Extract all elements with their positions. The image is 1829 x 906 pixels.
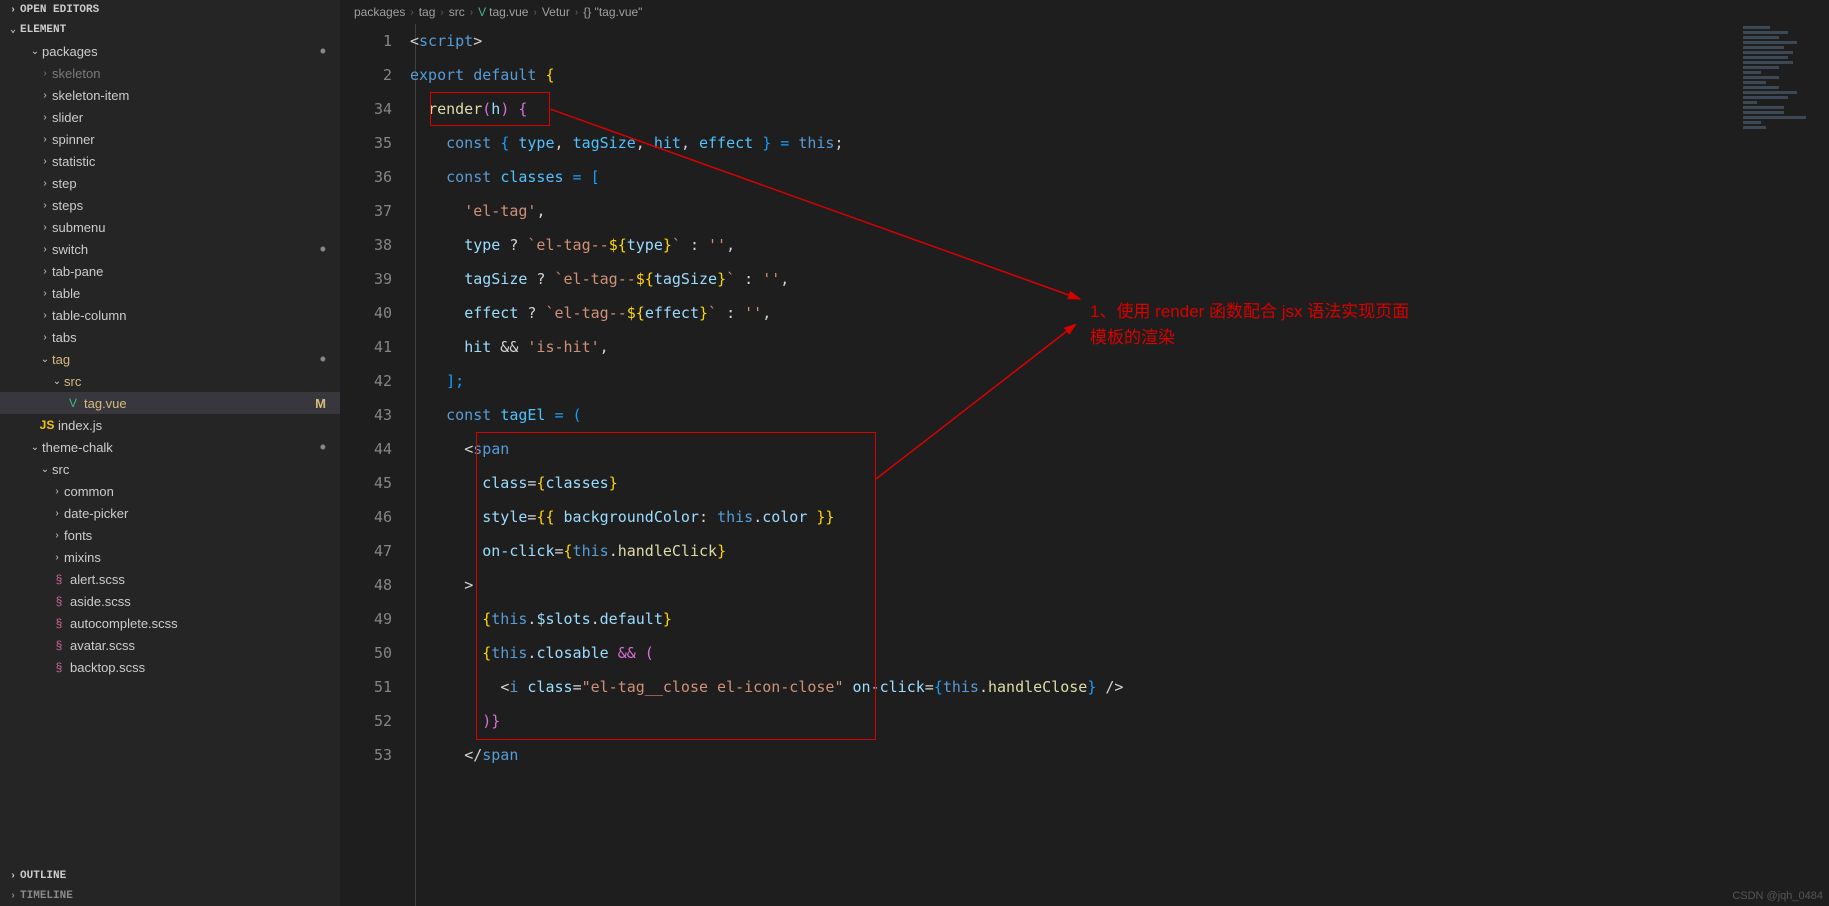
tree-folder[interactable]: ›submenu xyxy=(0,216,340,238)
tree-folder[interactable]: ›table xyxy=(0,282,340,304)
watermark: CSDN @jqh_0484 xyxy=(1732,890,1823,902)
tree-file-scss[interactable]: §alert.scss xyxy=(0,568,340,590)
vue-icon: V xyxy=(64,396,82,410)
vue-icon: V xyxy=(478,5,486,19)
tree-folder[interactable]: ›step xyxy=(0,172,340,194)
tree-folder[interactable]: ›spinner xyxy=(0,128,340,150)
crumb[interactable]: src xyxy=(449,5,465,19)
outline-label: OUTLINE xyxy=(20,870,66,882)
element-panel-header[interactable]: ⌄ ELEMENT xyxy=(0,20,340,40)
line-numbers: 1234353637383940414243444546474849505152… xyxy=(340,24,410,906)
code-editor[interactable]: 1234353637383940414243444546474849505152… xyxy=(340,24,1829,906)
tree-folder-tag[interactable]: ⌄tag• xyxy=(0,348,340,370)
tree-file-tag-vue[interactable]: Vtag.vueM xyxy=(0,392,340,414)
tree-folder[interactable]: ›table-column xyxy=(0,304,340,326)
open-editors-header[interactable]: › OPEN EDITORS xyxy=(0,0,340,20)
dirty-dot-icon: • xyxy=(320,46,326,56)
tree-folder[interactable]: ›mixins xyxy=(0,546,340,568)
chevron-right-icon: › xyxy=(10,5,16,16)
open-editors-label: OPEN EDITORS xyxy=(20,4,99,16)
tree-folder[interactable]: ›common xyxy=(0,480,340,502)
chevron-right-icon: › xyxy=(10,871,16,882)
tree-folder[interactable]: ›statistic xyxy=(0,150,340,172)
crumb[interactable]: {} "tag.vue" xyxy=(583,5,642,19)
editor-area: packages› tag› src› V tag.vue› Vetur› {}… xyxy=(340,0,1829,906)
tree-folder[interactable]: ›skeleton-item xyxy=(0,84,340,106)
tree-folder[interactable]: ›fonts xyxy=(0,524,340,546)
tree-folder-packages[interactable]: ⌄packages• xyxy=(0,40,340,62)
minimap[interactable] xyxy=(1739,24,1829,224)
tree-file-scss[interactable]: §avatar.scss xyxy=(0,634,340,656)
code-content[interactable]: <script> export default { render(h) { co… xyxy=(410,24,1829,906)
file-tree: ⌄packages• ›skeleton ›skeleton-item ›sli… xyxy=(0,40,340,866)
scss-icon: § xyxy=(50,616,68,630)
tree-file-scss[interactable]: §aside.scss xyxy=(0,590,340,612)
crumb[interactable]: Vetur xyxy=(542,5,570,19)
tree-file-scss[interactable]: §backtop.scss xyxy=(0,656,340,678)
crumb[interactable]: packages xyxy=(354,5,405,19)
tree-folder[interactable]: ›tabs xyxy=(0,326,340,348)
tree-folder-src[interactable]: ⌄src xyxy=(0,370,340,392)
modified-badge: M xyxy=(315,396,326,411)
tree-folder[interactable]: ›steps xyxy=(0,194,340,216)
chevron-down-icon: ⌄ xyxy=(10,24,16,36)
tree-folder[interactable]: ›date-picker xyxy=(0,502,340,524)
scss-icon: § xyxy=(50,638,68,652)
dirty-dot-icon: • xyxy=(320,354,326,364)
tree-folder-src[interactable]: ⌄src xyxy=(0,458,340,480)
tree-folder[interactable]: ›slider xyxy=(0,106,340,128)
breadcrumb[interactable]: packages› tag› src› V tag.vue› Vetur› {}… xyxy=(340,0,1829,24)
js-icon: JS xyxy=(38,418,56,432)
annotation-text: 1、使用 render 函数配合 jsx 语法实现页面 模板的渲染 xyxy=(1090,299,1409,350)
scss-icon: § xyxy=(50,572,68,586)
timeline-label: TIMELINE xyxy=(20,890,73,902)
sidebar: › OPEN EDITORS ⌄ ELEMENT ⌄packages• ›ske… xyxy=(0,0,340,906)
tree-file-index-js[interactable]: JSindex.js xyxy=(0,414,340,436)
crumb[interactable]: tag xyxy=(419,5,436,19)
scss-icon: § xyxy=(50,594,68,608)
tree-folder[interactable]: ›tab-pane xyxy=(0,260,340,282)
dirty-dot-icon: • xyxy=(320,244,326,254)
tree-folder[interactable]: ›skeleton xyxy=(0,62,340,84)
tree-file-scss[interactable]: §autocomplete.scss xyxy=(0,612,340,634)
crumb[interactable]: V tag.vue xyxy=(478,5,528,19)
chevron-right-icon: › xyxy=(10,891,16,902)
tree-folder[interactable]: ›switch• xyxy=(0,238,340,260)
scss-icon: § xyxy=(50,660,68,674)
dirty-dot-icon: • xyxy=(320,442,326,452)
outline-header[interactable]: › OUTLINE xyxy=(0,866,340,886)
element-panel-label: ELEMENT xyxy=(20,24,66,36)
tree-folder-theme-chalk[interactable]: ⌄theme-chalk• xyxy=(0,436,340,458)
timeline-header[interactable]: › TIMELINE xyxy=(0,886,340,906)
